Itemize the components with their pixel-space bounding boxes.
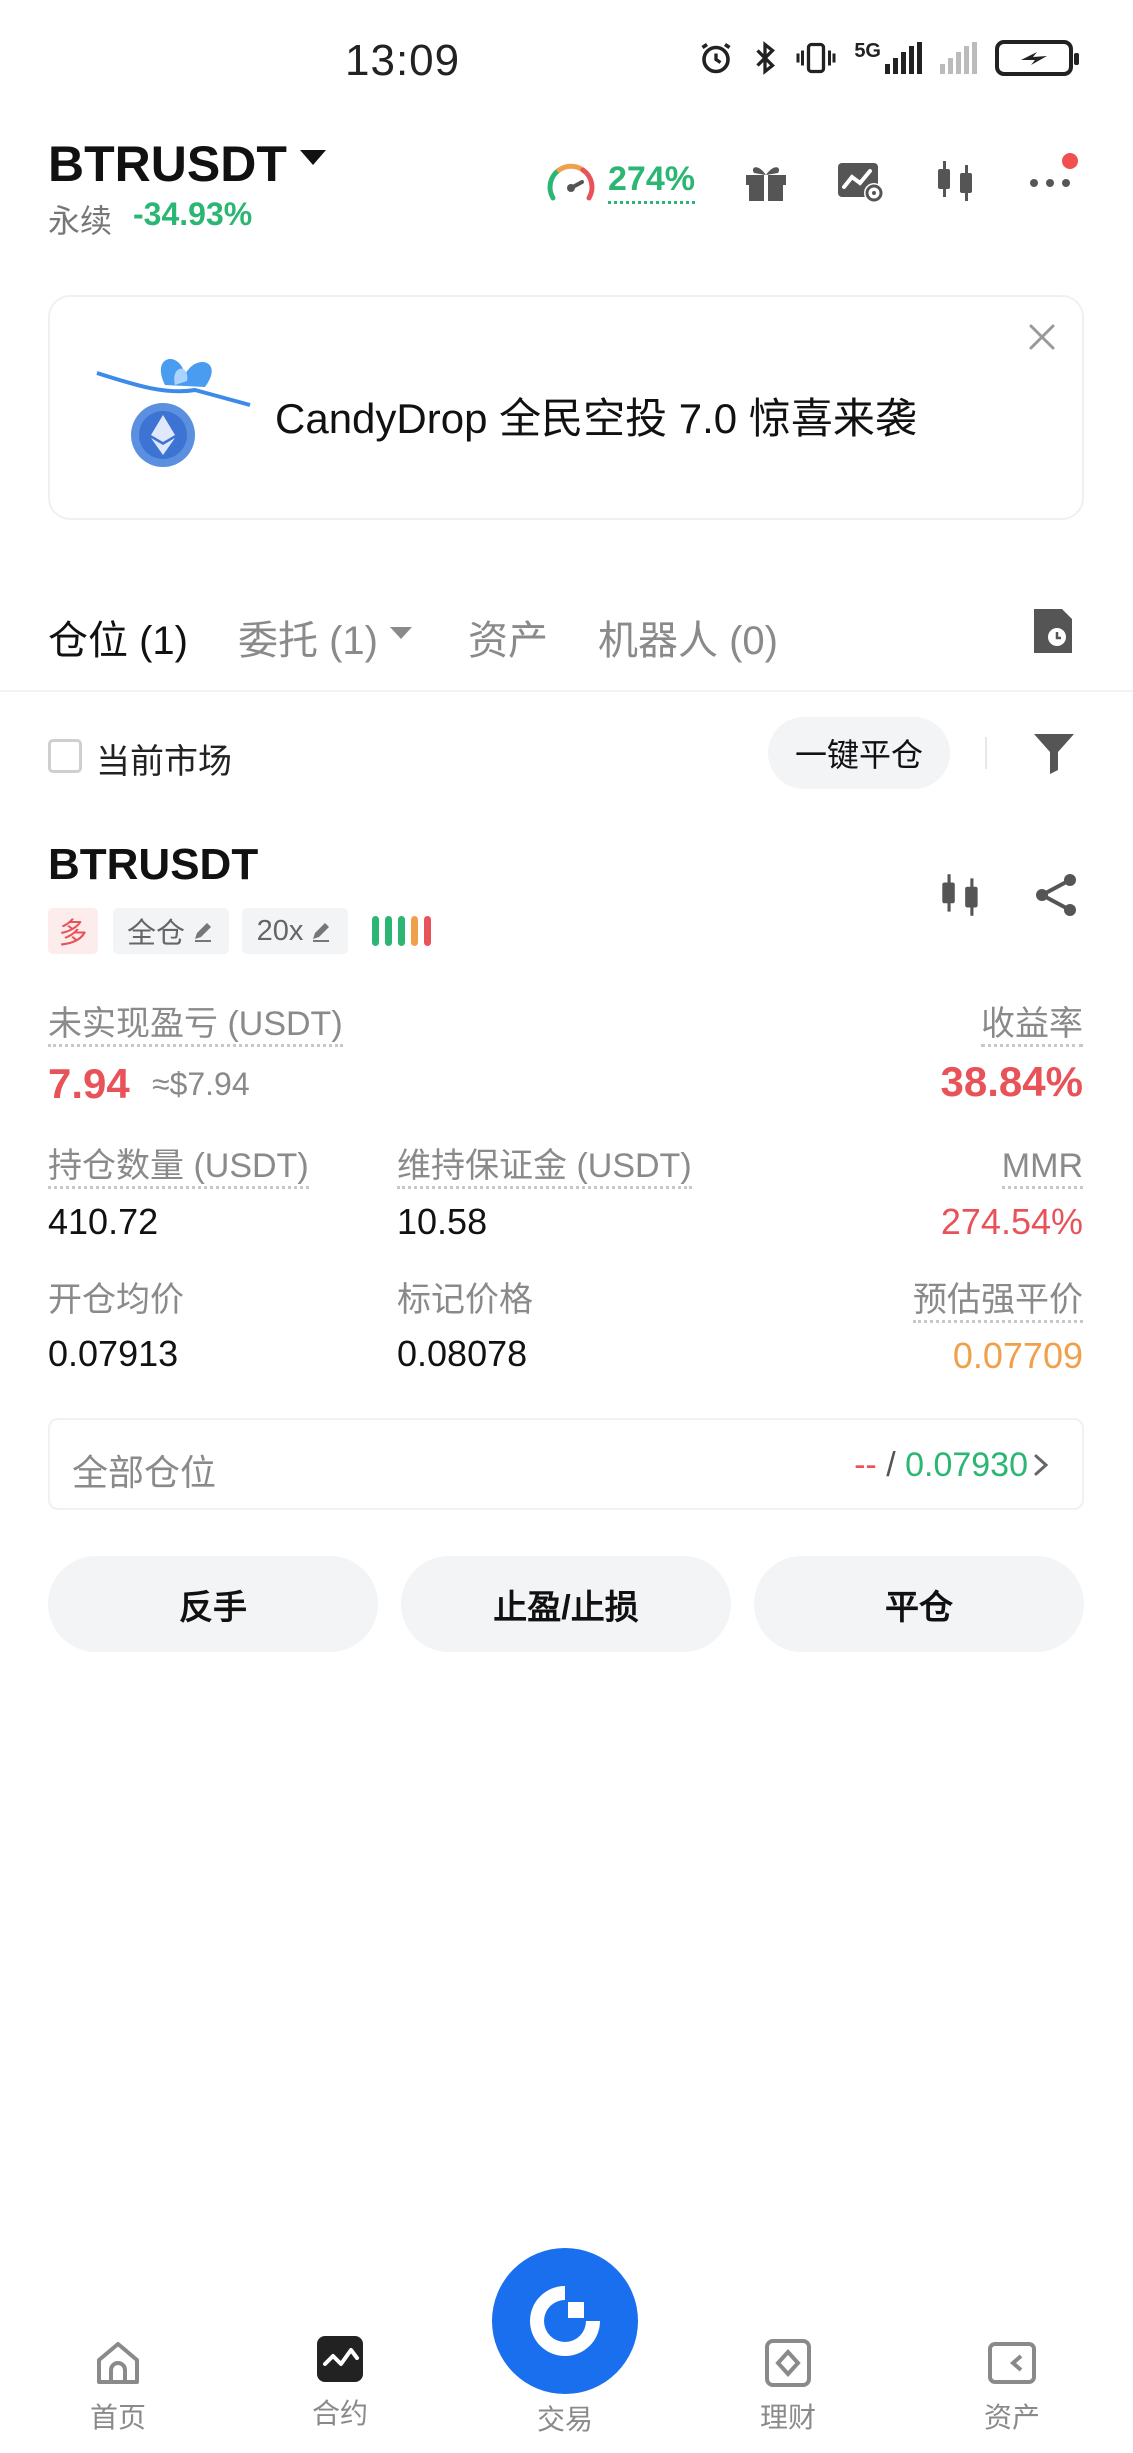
mark-price-value: 0.08078 bbox=[397, 1333, 528, 1374]
nav-home-label: 首页 bbox=[89, 2402, 146, 2433]
nav-futures[interactable]: 合约 bbox=[270, 2334, 410, 2432]
filter-icon[interactable] bbox=[1030, 728, 1078, 776]
contract-type: 永续 bbox=[48, 203, 113, 239]
entry-price-label: 开仓均价 bbox=[48, 1281, 184, 1319]
close-icon[interactable] bbox=[1025, 320, 1059, 354]
position-symbol[interactable]: BTRUSDT bbox=[48, 840, 258, 890]
nav-trade-button[interactable] bbox=[492, 2248, 638, 2394]
tab-orders[interactable]: 委托 (1) bbox=[238, 608, 378, 666]
nav-earn[interactable]: 理财 bbox=[718, 2338, 858, 2436]
nav-earn-label: 理财 bbox=[759, 2402, 816, 2433]
signal-weak-icon bbox=[940, 42, 977, 74]
edit-icon bbox=[195, 923, 211, 942]
liq-price-value: 0.07709 bbox=[952, 1335, 1083, 1376]
leverage-label: 20x bbox=[256, 914, 304, 947]
mmr-value: 274.54% bbox=[940, 1201, 1083, 1242]
pair-dropdown-icon[interactable] bbox=[300, 150, 326, 165]
chart-settings-icon[interactable] bbox=[834, 155, 886, 207]
notification-dot bbox=[1062, 153, 1078, 169]
candlestick-icon[interactable] bbox=[934, 868, 988, 922]
roe-value: 38.84% bbox=[940, 1058, 1083, 1105]
all-positions-right: 0.07930 bbox=[905, 1446, 1028, 1484]
nav-assets[interactable]: 资产 bbox=[942, 2338, 1082, 2436]
reverse-button[interactable]: 反手 bbox=[48, 1556, 378, 1652]
nav-assets-label: 资产 bbox=[983, 2402, 1040, 2433]
edit-icon bbox=[313, 923, 330, 942]
tp-sl-button[interactable]: 止盈/止损 bbox=[401, 1556, 731, 1652]
status-time: 13:09 bbox=[345, 36, 461, 85]
roe-label[interactable]: 收益率 bbox=[981, 1005, 1083, 1048]
risk-level-indicator bbox=[372, 916, 431, 946]
unrealized-pnl-label[interactable]: 未实现盈亏 (USDT) bbox=[48, 1005, 343, 1048]
all-positions-label: 全部仓位 bbox=[72, 1452, 217, 1493]
vibrate-icon bbox=[796, 42, 836, 74]
nav-futures-label: 合约 bbox=[311, 2398, 368, 2429]
alarm-icon bbox=[701, 43, 731, 74]
gift-icon[interactable] bbox=[740, 155, 792, 207]
leverage-badge[interactable]: 20x bbox=[242, 908, 348, 954]
liq-price-label[interactable]: 预估强平价 bbox=[913, 1281, 1083, 1324]
current-market-checkbox[interactable] bbox=[48, 739, 82, 773]
mark-price-label: 标记价格 bbox=[397, 1281, 533, 1319]
tab-assets[interactable]: 资产 bbox=[468, 608, 548, 666]
wallet-icon bbox=[988, 2342, 1036, 2384]
nav-home[interactable]: 首页 bbox=[48, 2338, 188, 2436]
unrealized-pnl-usd: ≈$7.94 bbox=[152, 1066, 250, 1102]
chevron-right-icon[interactable] bbox=[1030, 1448, 1052, 1482]
history-document-icon[interactable] bbox=[1030, 605, 1076, 657]
eth-gift-icon bbox=[96, 358, 251, 467]
unrealized-pnl-value: 7.94 bbox=[48, 1060, 130, 1107]
earn-icon bbox=[765, 2339, 811, 2387]
tab-positions[interactable]: 仓位 (1) bbox=[48, 608, 188, 666]
banner-title[interactable]: CandyDrop 全民空投 7.0 惊喜来袭 bbox=[275, 385, 917, 446]
close-position-button[interactable]: 平仓 bbox=[754, 1556, 1084, 1652]
futures-icon bbox=[317, 2336, 363, 2382]
nav-trade-label[interactable]: 交易 bbox=[530, 2398, 600, 2438]
risk-gauge-icon[interactable] bbox=[544, 158, 598, 212]
margin-mode-badge[interactable]: 全仓 bbox=[113, 908, 229, 954]
risk-gauge-value[interactable]: 274% bbox=[608, 160, 695, 204]
mmr-label[interactable]: MMR bbox=[1001, 1147, 1083, 1190]
status-icons: 5G bbox=[698, 40, 1079, 76]
entry-price-value: 0.07913 bbox=[48, 1333, 179, 1374]
home-icon bbox=[97, 2342, 139, 2384]
price-change: -34.93% bbox=[133, 196, 253, 232]
network-label: 5G bbox=[854, 40, 881, 62]
orders-dropdown-icon[interactable] bbox=[390, 627, 412, 639]
current-market-label[interactable]: 当前市场 bbox=[96, 734, 232, 783]
trade-icon bbox=[530, 2286, 600, 2356]
signal-icon bbox=[885, 42, 922, 74]
tabs-divider bbox=[0, 690, 1133, 692]
close-all-button[interactable]: 一键平仓 bbox=[768, 717, 950, 789]
all-positions-separator: / bbox=[886, 1446, 896, 1484]
all-positions-value: -- / 0.07930 bbox=[854, 1446, 1028, 1485]
maint-margin-label[interactable]: 维持保证金 (USDT) bbox=[397, 1147, 692, 1190]
maint-margin-value: 10.58 bbox=[397, 1201, 488, 1242]
bluetooth-icon bbox=[756, 41, 776, 75]
margin-mode-label: 全仓 bbox=[126, 918, 185, 950]
pair-title[interactable]: BTRUSDT bbox=[48, 135, 287, 193]
position-size-value: 410.72 bbox=[48, 1201, 159, 1242]
candlestick-icon[interactable] bbox=[930, 155, 982, 207]
battery-icon bbox=[995, 40, 1079, 76]
all-positions-left: -- bbox=[854, 1446, 877, 1484]
share-icon[interactable] bbox=[1030, 868, 1084, 922]
filter-divider bbox=[985, 737, 987, 769]
position-size-label[interactable]: 持仓数量 (USDT) bbox=[48, 1147, 309, 1190]
side-badge: 多 bbox=[48, 908, 98, 954]
tab-bots[interactable]: 机器人 (0) bbox=[598, 608, 778, 666]
